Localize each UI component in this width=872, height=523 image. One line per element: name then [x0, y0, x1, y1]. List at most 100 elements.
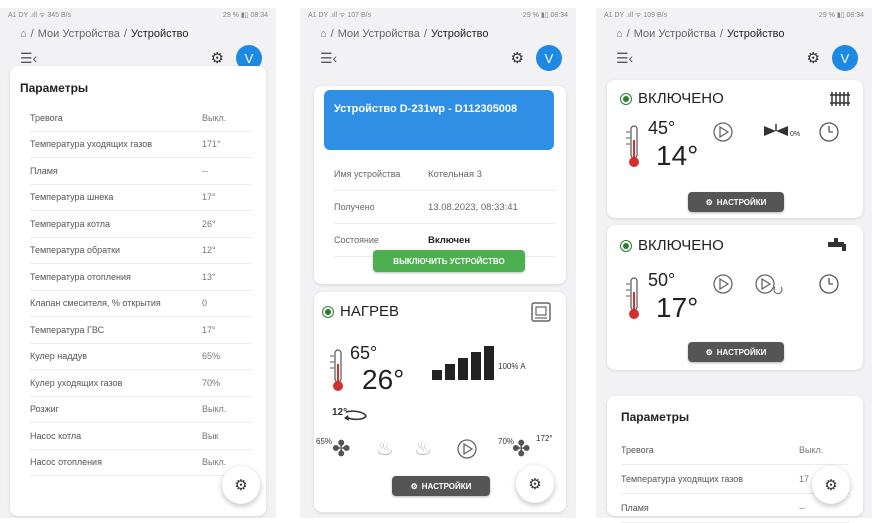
- row-label: Розжиг: [30, 404, 59, 415]
- table-row: Кулер уходящих газов 70%: [30, 370, 252, 397]
- pump-icon: [713, 274, 733, 294]
- row-label: Температура шнека: [30, 192, 114, 203]
- device-title-card: Устройство D-231wp - D112305008: [324, 90, 554, 150]
- status-right: 29 % ▮▯ 08:34: [222, 12, 268, 19]
- home-icon[interactable]: ⌂: [20, 28, 27, 40]
- row-label: Тревога: [30, 112, 63, 123]
- breadcrumb-my-devices[interactable]: Мои Устройства: [338, 28, 420, 40]
- row-label: Температура уходящих газов: [621, 474, 744, 484]
- avatar[interactable]: V: [536, 45, 562, 71]
- settings-label: НАСТРОЙКИ: [716, 197, 767, 207]
- table-row: Тревога Выкл.: [30, 105, 252, 132]
- row-label: Температура отопления: [30, 271, 131, 282]
- gear-icon: ⚙: [528, 476, 542, 493]
- flame-icon: ♨: [376, 438, 394, 460]
- circuit2-settings-button[interactable]: ⚙ НАСТРОЙКИ: [688, 342, 784, 362]
- parameters-card: Параметры Тревога Выкл. Температура уходящ…: [10, 66, 266, 516]
- status-indicator-icon: [620, 239, 632, 252]
- table-row: Температура уходящих газов 171°: [30, 132, 252, 158]
- gear-icon[interactable]: ⚙: [511, 49, 524, 67]
- row-value: --: [202, 165, 208, 176]
- table-row: Кулер наддув 65%: [30, 344, 252, 370]
- radiator-icon: [830, 92, 850, 106]
- power-label: 100% A: [498, 362, 526, 371]
- row-label: Состояние: [334, 235, 379, 245]
- settings-fab[interactable]: ⚙: [222, 466, 260, 504]
- gear-icon: ⚙: [705, 347, 713, 357]
- table-row: Температура шнека 17°: [30, 185, 252, 211]
- gear-icon[interactable]: ⚙: [807, 49, 820, 67]
- row-value: Котельная 3: [428, 168, 482, 180]
- settings-fab[interactable]: ⚙: [516, 465, 554, 503]
- avatar[interactable]: V: [832, 45, 858, 71]
- menu-collapse-icon[interactable]: ☰‹: [616, 50, 633, 67]
- exhaust-temperature: 172°: [536, 434, 553, 443]
- row-value: 13°: [202, 271, 216, 282]
- table-row: Температура обратки 12°: [30, 238, 252, 264]
- parameters-title: Параметры: [20, 81, 89, 95]
- row-label: Кулер уходящих газов: [30, 377, 123, 388]
- thermometer-icon: [626, 125, 639, 167]
- table-row: Температура котла 26°: [30, 211, 252, 238]
- schedule-icon: [819, 274, 839, 294]
- set-temperature: 65°: [350, 343, 378, 363]
- status-indicator-icon: [322, 305, 334, 318]
- table-row: Насос отопления Выкл.: [30, 450, 252, 476]
- menu-collapse-icon[interactable]: ☰‹: [320, 50, 337, 67]
- row-value: Выкл.: [202, 404, 227, 415]
- row-label: Имя устройства: [334, 169, 401, 179]
- row-value: 17°: [202, 192, 216, 203]
- row-label: Температура уходящих газов: [30, 139, 153, 150]
- power-level-icon: [432, 346, 494, 380]
- circuit1-settings-button[interactable]: ⚙ НАСТРОЙКИ: [688, 192, 784, 212]
- row-value: 171°: [202, 139, 221, 150]
- turn-off-device-button[interactable]: ВЫКЛЮЧИТЬ УСТРОЙСТВО: [373, 250, 525, 272]
- gear-icon: ⚙: [410, 481, 418, 491]
- row-value: 0: [202, 298, 208, 309]
- pump-icon: [713, 122, 733, 142]
- table-row: Насос котла Вык: [30, 423, 252, 450]
- gear-icon[interactable]: ⚙: [211, 49, 224, 67]
- circuit2-status: ВКЛЮЧЕНО: [620, 237, 724, 254]
- circuit2-set-temperature: 50°: [648, 270, 676, 290]
- circuit2-status-label: ВКЛЮЧЕНО: [638, 237, 724, 254]
- row-label: Температура ГВС: [30, 324, 105, 335]
- fan-blow-percent: 65%: [316, 437, 333, 446]
- breadcrumb: ⌂ / Мои Устройства / Устройство: [320, 28, 489, 40]
- boiler-icon: [531, 302, 551, 322]
- row-label: Насос отопления: [30, 457, 102, 468]
- status-right: 29 % ▮▯ 08:34: [818, 12, 864, 19]
- row-value: Включен: [428, 234, 471, 246]
- circuit1-status: ВКЛЮЧЕНО: [620, 90, 724, 107]
- status-left: A1 DY .ıll ᯤ 107 B/s: [308, 11, 372, 19]
- row-value: Вык: [202, 430, 219, 441]
- settings-fab[interactable]: ⚙: [812, 466, 850, 504]
- heating-status-label: НАГРЕВ: [340, 303, 399, 320]
- row-label: Насос котла: [30, 430, 82, 441]
- row-label: Клапан смесителя, % открытия: [30, 298, 161, 309]
- breadcrumb: ⌂ / Мои Устройства / Устройство: [616, 28, 785, 40]
- row-label: Кулер наддув: [30, 351, 88, 362]
- breadcrumb-device: Устройство: [130, 28, 189, 40]
- menu-collapse-icon[interactable]: ☰‹: [20, 50, 37, 67]
- circuit1-current-temperature: 14°: [656, 140, 699, 171]
- breadcrumb-device: Устройство: [430, 28, 489, 40]
- arrow-return-icon: [344, 410, 367, 421]
- home-icon[interactable]: ⌂: [320, 28, 327, 40]
- gear-icon: ⚙: [824, 477, 838, 494]
- thermometer-icon: [330, 349, 343, 391]
- settings-label: НАСТРОЙКИ: [716, 347, 767, 357]
- row-label: Пламя: [30, 165, 58, 176]
- breadcrumb-my-devices[interactable]: Мои Устройства: [38, 28, 120, 40]
- table-row: Пламя --: [30, 158, 252, 185]
- table-row: Имя устройства Котельная 3: [334, 158, 556, 191]
- row-value: 13.08.2023, 08:33:41: [428, 201, 518, 213]
- settings-button[interactable]: ⚙ НАСТРОЙКИ: [392, 476, 490, 496]
- heating-status: НАГРЕВ: [322, 303, 399, 320]
- ignition-icon: ♨: [414, 438, 432, 460]
- home-icon[interactable]: ⌂: [616, 28, 623, 40]
- toolbar: ☰‹ ⚙ V: [300, 40, 576, 76]
- table-row: Клапан смесителя, % открытия 0: [30, 291, 252, 317]
- breadcrumb-device: Устройство: [726, 28, 785, 40]
- breadcrumb-my-devices[interactable]: Мои Устройства: [634, 28, 716, 40]
